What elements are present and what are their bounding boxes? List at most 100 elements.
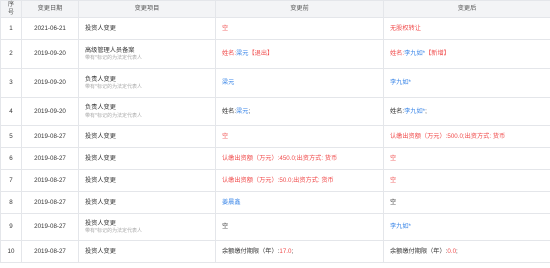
row-date: 2019-09-20 (21, 68, 79, 98)
value-text: 余额缴付期限（年）: (390, 247, 448, 255)
row-date: 2019-08-27 (21, 169, 79, 192)
row-date: 2019-08-27 (21, 147, 79, 170)
item-label: 投资人变更 (85, 176, 116, 184)
row-seq: 7 (0, 169, 22, 192)
row-item: 投资人变更 (78, 147, 216, 170)
person-link[interactable]: 姜晨鑫 (222, 199, 241, 206)
row-date: 2019-09-20 (21, 39, 79, 69)
value-text: 余额缴付期限（年）: (222, 247, 280, 255)
value-text: 认缴出资额（万元）:50.0;出资方式: 货币 (222, 176, 334, 184)
row-after: 空 (383, 147, 550, 170)
value-text: 【新增】 (425, 50, 450, 58)
row-after: 空 (383, 191, 550, 214)
header-after: 变更后 (383, 0, 550, 18)
item-label: 负责人变更 (85, 104, 116, 111)
header-before: 变更前 (215, 0, 384, 18)
row-date: 2019-08-27 (21, 125, 79, 148)
row-seq: 10 (0, 240, 22, 263)
item-label: 投资人变更 (85, 154, 116, 162)
value-text: 认缴出资额（万元）:450.0;出资方式: 货币 (222, 154, 338, 162)
person-link[interactable]: 李九如* (404, 108, 425, 115)
row-before: 空 (215, 17, 384, 40)
person-link[interactable]: 李九如* (404, 50, 425, 57)
change-records-table: 序号 变更日期 变更项目 变更前 变更后 1 2021-06-21 投资人变更空无股… (0, 0, 550, 263)
person-link[interactable]: 李九如* (390, 79, 411, 86)
value-text: 无股权转让 (390, 24, 421, 32)
table-row: 1 2021-06-21 投资人变更 空 无股权转让 (0, 17, 550, 40)
person-link[interactable]: 梁元 (236, 50, 248, 57)
row-seq: 8 (0, 191, 22, 214)
value-text: 【退出】 (248, 50, 274, 58)
value-text: 姓名: (222, 50, 237, 58)
row-before: 空 (215, 125, 384, 148)
row-date: 2019-08-27 (21, 213, 79, 241)
value-text: 姓名: (222, 107, 237, 115)
row-before: 认缴出资额（万元）:50.0;出资方式: 货币 (215, 169, 384, 192)
value-text: 0.0 (447, 247, 457, 255)
row-before: 梁元 (215, 68, 384, 98)
row-before: 余额缴付期限（年）:17.0; (215, 240, 384, 263)
row-item: 投资人变更 (78, 17, 216, 40)
table-header-row: 序号 变更日期 变更项目 变更前 变更后 (0, 0, 550, 18)
table-row: 8 2019-08-27 投资人变更 姜晨鑫 空 (0, 191, 550, 214)
item-label: 高级管理人员备案 (85, 46, 135, 54)
row-before: 空 (215, 213, 384, 241)
table-row: 3 2019-09-20 负责人变更 带有*标记的为法定代表人 梁元 李九如* (0, 68, 550, 98)
row-seq: 3 (0, 68, 22, 98)
table-row: 2 2019-09-20 高级管理人员备案 带有*标记的为法定代表人 姓名:梁元【退出】… (0, 39, 550, 69)
row-date: 2019-08-27 (21, 191, 79, 214)
value-text: 空 (390, 154, 397, 162)
row-after: 李九如* (383, 68, 550, 98)
value-text: ; (291, 247, 294, 255)
row-after: 空 (383, 169, 550, 192)
person-link[interactable]: 梁元 (236, 108, 248, 115)
value-text: 空 (222, 132, 229, 140)
row-item: 负责人变更 带有*标记的为法定代表人 (78, 97, 216, 126)
row-item: 投资人变更 (78, 191, 216, 214)
header-seq: 序号 (0, 0, 22, 18)
item-note: 带有*标记的为法定代表人 (85, 112, 142, 119)
header-date: 变更日期 (21, 0, 79, 18)
row-after: 余额缴付期限（年）:0.0; (383, 240, 550, 263)
value-text: ; (425, 107, 427, 115)
row-date: 2019-08-27 (21, 240, 79, 263)
value-text: 姓名: (390, 50, 405, 58)
row-date: 2019-09-20 (21, 97, 79, 126)
header-item: 变更项目 (78, 0, 216, 18)
value-text: 17.0 (279, 247, 292, 255)
value-text: 空 (390, 176, 397, 184)
row-item: 负责人变更 带有*标记的为法定代表人 (78, 68, 216, 98)
row-seq: 2 (0, 39, 22, 69)
table-row: 9 2019-08-27 投资人变更 带有*标记的为法定代表人空 李九如* (0, 213, 550, 241)
row-date: 2021-06-21 (21, 17, 79, 40)
value-text: 空 (390, 198, 397, 206)
item-label: 投资人变更 (85, 247, 116, 255)
person-link[interactable]: 李九如* (390, 223, 411, 230)
table-row: 7 2019-08-27 投资人变更 认缴出资额（万元）:50.0;出资方式: 货币 空 (0, 169, 550, 192)
row-before: 姓名:梁元; (215, 97, 384, 126)
item-label: 投资人变更 (85, 24, 116, 32)
row-seq: 4 (0, 97, 22, 126)
table-row: 6 2019-08-27 投资人变更 认缴出资额（万元）:450.0;出资方式: 货币… (0, 147, 550, 170)
row-item: 投资人变更 带有*标记的为法定代表人 (78, 213, 216, 241)
item-label: 投资人变更 (85, 132, 116, 140)
value-text: 空 (222, 223, 229, 231)
row-before: 姜晨鑫 (215, 191, 384, 214)
row-after: 李九如* (383, 213, 550, 241)
person-link[interactable]: 梁元 (222, 79, 234, 86)
row-after: 无股权转让 (383, 17, 550, 40)
item-note: 带有*标记的为法定代表人 (85, 84, 142, 91)
row-after: 姓名:李九如*【新增】 (383, 39, 550, 69)
item-label: 负责人变更 (85, 75, 116, 83)
row-item: 投资人变更 (78, 125, 216, 148)
row-seq: 9 (0, 213, 22, 241)
value-text: 认缴出资额（万元）:500.0;出资方式: 货币 (390, 132, 506, 140)
row-before: 姓名:梁元【退出】 (215, 39, 384, 69)
item-label: 投资人变更 (85, 219, 116, 227)
row-before: 认缴出资额（万元）:450.0;出资方式: 货币 (215, 147, 384, 170)
item-label: 投资人变更 (85, 198, 116, 206)
table-row: 5 2019-08-27 投资人变更 空 认缴出资额（万元）:500.0;出资方式: 货… (0, 125, 550, 148)
row-seq: 6 (0, 147, 22, 170)
value-text: 空 (222, 24, 229, 32)
value-text: 姓名: (390, 107, 405, 115)
